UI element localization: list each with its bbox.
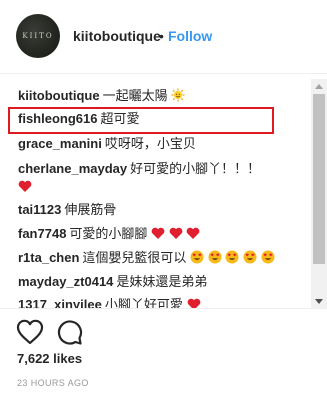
avatar-logo-text: KIITO xyxy=(22,32,54,40)
speech-bubble-icon xyxy=(57,320,83,345)
avatar[interactable]: KIITO xyxy=(16,14,60,58)
comment-item: tai1123 伸展筋骨 xyxy=(18,202,116,218)
comment-username[interactable]: kiitoboutique xyxy=(18,88,100,103)
heart-eyes-emoji-icon xyxy=(243,250,257,264)
red-heart-emoji-icon xyxy=(186,227,200,239)
username-link[interactable]: kiitoboutique xyxy=(73,28,161,44)
comment-text: 可愛的小腳腳 xyxy=(69,226,148,241)
comment-text: 一起曬太陽 xyxy=(102,88,168,103)
comment-item: kiitoboutique 一起曬太陽 xyxy=(18,88,185,104)
red-heart-emoji-icon xyxy=(18,180,32,192)
comment-item: cherlane_mayday 好可愛的小腳丫！！！ xyxy=(18,161,260,177)
post-actions: 7,622 likes 23 HOURS AGO xyxy=(0,308,327,403)
separator-dot: • xyxy=(159,28,164,44)
comment-text: 小腳丫好可愛 xyxy=(104,297,183,308)
post-timestamp: 23 HOURS AGO xyxy=(17,378,89,388)
comment-item: 1317_xinyilee 小腳丫好可愛 xyxy=(18,297,201,308)
scroll-down-arrow-icon[interactable] xyxy=(311,294,327,308)
comment-username[interactable]: r1ta_chen xyxy=(18,250,79,265)
heart-eyes-emoji-icon xyxy=(261,250,275,264)
comment-username[interactable]: mayday_zt0414 xyxy=(18,274,113,289)
comment-text: 好可愛的小腳丫！！！ xyxy=(130,161,261,176)
comment-item: r1ta_chen 這個嬰兒籃很可以 xyxy=(18,250,275,266)
comment-highlight-box xyxy=(8,107,274,134)
sun-face-emoji-icon xyxy=(171,88,185,102)
scrollbar-thumb[interactable] xyxy=(313,94,325,264)
comment-username[interactable]: cherlane_mayday xyxy=(18,161,127,176)
heart-eyes-emoji-icon xyxy=(225,250,239,264)
comment-username[interactable]: 1317_xinyilee xyxy=(18,297,102,308)
comment-text: 伸展筋骨 xyxy=(64,202,117,217)
comment-text: 哎呀呀，小宝贝 xyxy=(104,136,196,151)
follow-button[interactable]: Follow xyxy=(168,28,212,44)
comment-item: mayday_zt0414 是妹妹還是弟弟 xyxy=(18,274,207,290)
comment-emoji-line xyxy=(18,179,32,195)
scroll-up-arrow-icon[interactable] xyxy=(311,79,327,93)
comment-item: grace_manini 哎呀呀，小宝贝 xyxy=(18,136,196,152)
like-button[interactable] xyxy=(16,319,44,345)
red-heart-emoji-icon xyxy=(169,227,183,239)
heart-eyes-emoji-icon xyxy=(190,250,204,264)
post-header: KIITO kiitoboutique • Follow xyxy=(0,0,327,74)
comment-button[interactable] xyxy=(55,319,83,345)
heart-eyes-emoji-icon xyxy=(208,250,222,264)
comment-username[interactable]: grace_manini xyxy=(18,136,102,151)
comment-text: 這個嬰兒籃很可以 xyxy=(82,250,187,265)
comment-item: fan7748 可愛的小腳腳 xyxy=(18,226,200,242)
likes-count[interactable]: 7,622 likes xyxy=(17,351,82,366)
comment-text: 是妹妹還是弟弟 xyxy=(116,274,208,289)
red-heart-emoji-icon xyxy=(151,227,165,239)
comment-username[interactable]: tai1123 xyxy=(18,202,61,217)
heart-outline-icon xyxy=(16,319,44,345)
red-heart-emoji-icon xyxy=(187,298,200,308)
comment-username[interactable]: fan7748 xyxy=(18,226,66,241)
comments-scrollbar[interactable] xyxy=(311,79,327,308)
